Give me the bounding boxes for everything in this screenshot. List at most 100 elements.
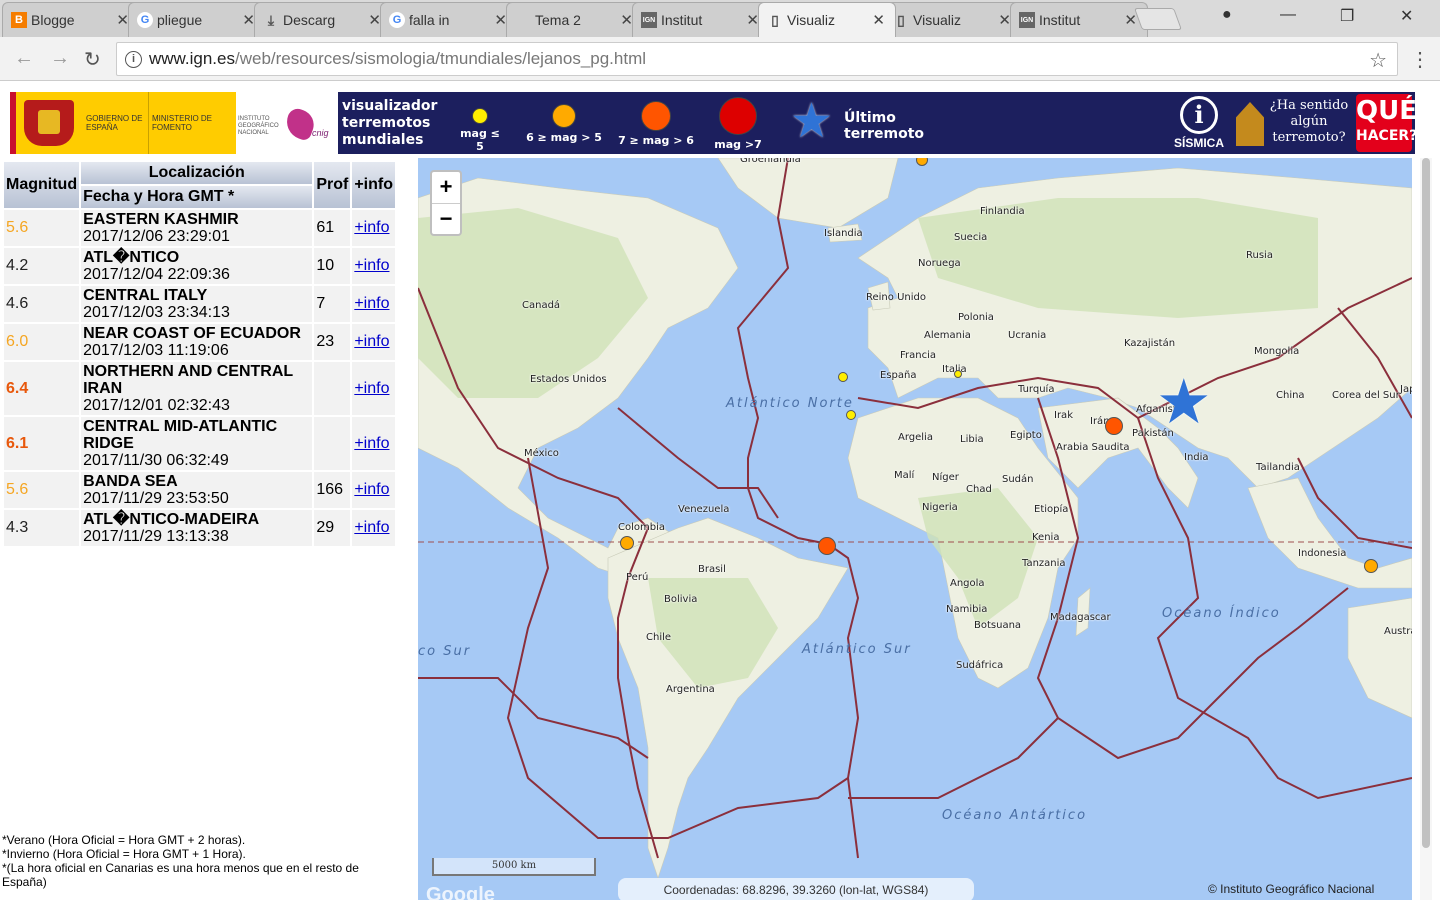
- event-time: 2017/11/30 06:32:49: [83, 452, 229, 469]
- zoom-out-button[interactable]: −: [432, 204, 460, 235]
- event-time: 2017/11/29 23:53:50: [83, 490, 229, 507]
- site-info-icon[interactable]: i: [125, 51, 142, 68]
- location-cell: ATL�NTICO-MADEIRA 2017/11/29 13:13:38: [81, 510, 313, 546]
- map-place-label: Kenia: [1032, 532, 1060, 543]
- profile-icon[interactable]: ●: [1222, 6, 1232, 24]
- map-place-label: Namibia: [946, 604, 988, 615]
- more-info-link[interactable]: +info: [354, 219, 389, 236]
- bookmark-star-icon[interactable]: ☆: [1369, 48, 1387, 73]
- map-place-label: Tanzania: [1022, 558, 1066, 569]
- place-name: CENTRAL MID-ATLANTIC RIDGE: [83, 418, 278, 452]
- map-place-label: Mongolia: [1254, 346, 1300, 357]
- minimize-icon[interactable]: —: [1280, 6, 1296, 24]
- tab-label: Blogge: [31, 12, 75, 28]
- earthquake-marker[interactable]: [620, 536, 634, 550]
- browser-tab[interactable]: Gfalla in ✕: [380, 2, 518, 37]
- map-place-label: Noruega: [918, 258, 961, 269]
- earthquake-marker[interactable]: [954, 370, 962, 378]
- earthquake-marker[interactable]: [838, 372, 848, 382]
- map-place-label: España: [880, 370, 917, 381]
- location-cell: CENTRAL MID-ATLANTIC RIDGE 2017/11/30 06:…: [81, 417, 313, 470]
- browser-tab[interactable]: ▯ Visualiz ✕: [884, 2, 1022, 37]
- magnitude-cell: 4.2: [4, 248, 80, 284]
- tab-label: Visualiz: [787, 12, 835, 28]
- magnitude-legend-item: mag >7: [710, 97, 766, 151]
- tab-label: Visualiz: [913, 12, 961, 28]
- magnitude-cell: 4.3: [4, 510, 80, 546]
- latest-earthquake-star-icon[interactable]: ★: [1156, 372, 1212, 434]
- more-info-link[interactable]: +info: [354, 435, 389, 452]
- reload-icon[interactable]: ↻: [84, 47, 101, 72]
- magnitude-legend-item: 6 ≥ mag > 5: [522, 104, 606, 144]
- earthquake-marker[interactable]: [1364, 559, 1378, 573]
- antarctic-boundary: [848, 717, 1059, 799]
- last-earthquake-label: Último terremoto: [844, 110, 925, 142]
- world-map[interactable]: Groenlandia Islandia Finlandia Suecia Norueg…: [418, 158, 1412, 900]
- earthquake-marker[interactable]: [818, 537, 836, 555]
- map-place-label: Rusia: [1246, 250, 1273, 261]
- map-place-label: Chile: [646, 632, 672, 643]
- browser-tab[interactable]: Tema 2 ✕: [506, 2, 644, 37]
- location-cell: EASTERN KASHMIR 2017/12/06 23:29:01: [81, 210, 313, 246]
- browser-tab[interactable]: B Blogge ✕: [2, 2, 140, 37]
- que-hacer-button[interactable]: QUÉ HACER?: [1356, 94, 1418, 152]
- page-scrollbar[interactable]: [1420, 158, 1432, 900]
- magnitude-cell: 5.6: [4, 210, 80, 246]
- blogger-icon: B: [11, 12, 27, 28]
- ign-logo[interactable]: INSTITUTO GEOGRÁFICO NACIONAL cnig: [236, 92, 338, 154]
- browser-tab[interactable]: ▯ Visualiz ✕: [758, 2, 896, 37]
- browser-tab[interactable]: ⤓ Descarg ✕: [254, 2, 392, 37]
- more-info-link[interactable]: +info: [354, 333, 389, 350]
- new-tab-button[interactable]: [1133, 8, 1183, 30]
- back-icon[interactable]: ←: [14, 47, 34, 70]
- map-place-label: Níger: [932, 472, 959, 483]
- footnotes: *Verano (Hora Oficial = Hora GMT + 2 hor…: [2, 833, 402, 889]
- map-place-label: China: [1276, 390, 1305, 401]
- url-host: www.ign.es: [149, 49, 235, 68]
- map-place-label: Indonesia: [1298, 548, 1347, 559]
- magnitude-cell: 4.6: [4, 286, 80, 322]
- browser-tab[interactable]: Gpliegue ✕: [128, 2, 266, 37]
- browser-tab[interactable]: IGN Institut ✕: [1010, 2, 1148, 37]
- close-window-icon[interactable]: ✕: [1400, 6, 1413, 26]
- magnitude-dot-icon: [472, 108, 488, 124]
- address-bar[interactable]: i www.ign.es/web/resources/sismologia/tm…: [116, 42, 1398, 76]
- hacer-label: HACER?: [1356, 128, 1418, 144]
- depth-cell: 166: [314, 472, 351, 508]
- magnitude-cell: 6.4: [4, 362, 80, 415]
- earthquake-marker[interactable]: [1105, 417, 1123, 435]
- tab-label: Tema 2: [535, 12, 581, 28]
- earthquake-marker[interactable]: [846, 410, 856, 420]
- caribbean-boundary: [617, 407, 779, 519]
- zoom-in-button[interactable]: +: [432, 172, 460, 203]
- depth-cell: [314, 417, 351, 470]
- map-place-label: Argentina: [666, 684, 715, 695]
- more-info-link[interactable]: +info: [354, 481, 389, 498]
- felt-earthquake-button[interactable]: ¿Ha sentido algún terremoto?: [1232, 96, 1354, 150]
- logo-divider: [148, 92, 149, 154]
- place-name: EASTERN KASHMIR: [83, 211, 239, 228]
- tab-close-icon[interactable]: ✕: [872, 11, 885, 29]
- maximize-icon[interactable]: ❐: [1340, 6, 1354, 26]
- info-icon: i: [1180, 96, 1218, 134]
- zoom-control: + −: [430, 170, 462, 236]
- info-sismica-button[interactable]: i SÍSMICA: [1170, 96, 1228, 150]
- gobierno-logo[interactable]: GOBIERNO DE ESPAÑA MINISTERIO DE FOMENTO: [10, 92, 236, 154]
- scale-bar: 5000 km: [432, 858, 596, 876]
- map-place-label: Malí: [894, 470, 915, 481]
- magnitude-cell: 6.0: [4, 324, 80, 360]
- scrollbar-thumb[interactable]: [1422, 158, 1430, 848]
- browser-tab[interactable]: IGN Institut ✕: [632, 2, 770, 37]
- browser-menu-icon[interactable]: ⋮: [1410, 47, 1430, 72]
- more-info-link[interactable]: +info: [354, 380, 389, 397]
- depth-cell: 7: [314, 286, 351, 322]
- more-info-link[interactable]: +info: [354, 295, 389, 312]
- forward-icon[interactable]: →: [50, 47, 70, 70]
- more-info-cell: +info: [352, 362, 395, 415]
- map-place-label: Nigeria: [922, 502, 958, 513]
- tab-label: pliegue: [157, 12, 203, 28]
- google-logo: Google: [426, 884, 495, 900]
- more-info-link[interactable]: +info: [354, 519, 389, 536]
- tab-label: Institut: [1039, 12, 1081, 28]
- more-info-link[interactable]: +info: [354, 257, 389, 274]
